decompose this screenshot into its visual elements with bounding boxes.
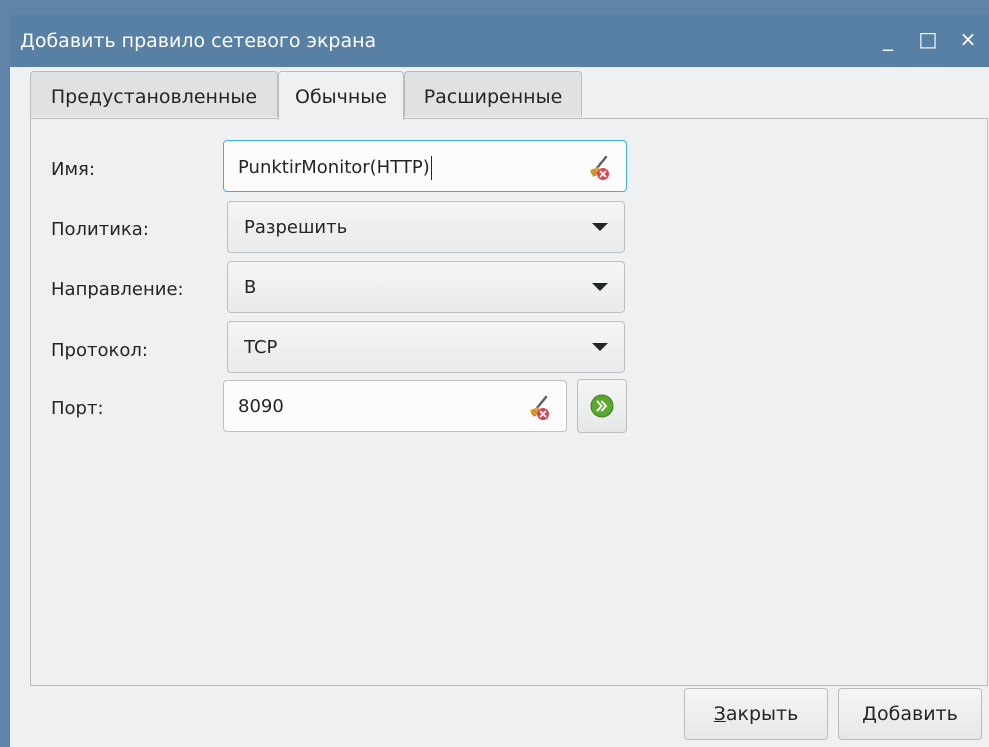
- direction-select-value: В: [244, 277, 257, 298]
- window-title: Добавить правило сетевого экрана: [20, 30, 377, 52]
- policy-label: Политика:: [51, 219, 149, 240]
- name-input-value: PunktirMonitor(HTTP): [238, 156, 432, 180]
- port-label: Порт:: [51, 398, 104, 419]
- dialog-body: Предустановленные Обычные Расширенные Им…: [10, 67, 989, 747]
- port-input-text: 8090: [238, 396, 284, 417]
- tab-panel: Имя: PunktirMonitor(HTTP) Политика: Разр…: [30, 118, 988, 686]
- close-button[interactable]: Закрыть: [684, 688, 828, 740]
- protocol-select-value: TCP: [244, 337, 278, 358]
- port-input[interactable]: 8090: [223, 380, 567, 432]
- close-window-icon[interactable]: ×: [956, 27, 980, 51]
- minimize-icon[interactable]: _: [876, 27, 900, 51]
- tab-simple[interactable]: Обычные: [278, 71, 404, 120]
- chevron-down-icon: [592, 343, 608, 351]
- port-lookup-button[interactable]: [577, 379, 627, 433]
- close-button-label: акрыть: [725, 703, 799, 725]
- name-label: Имя:: [51, 159, 95, 180]
- maximize-icon[interactable]: □: [916, 27, 940, 51]
- title-bar[interactable]: Добавить правило сетевого экрана _ □ ×: [10, 15, 989, 67]
- policy-select[interactable]: Разрешить: [227, 201, 625, 253]
- add-button-mnemonic: Д: [862, 703, 878, 725]
- edit-clear-icon[interactable]: [584, 153, 612, 181]
- protocol-label: Протокол:: [51, 340, 148, 361]
- name-input-text: PunktirMonitor(HTTP): [238, 157, 430, 178]
- tab-advanced[interactable]: Расширенные: [404, 71, 582, 117]
- tab-preset[interactable]: Предустановленные: [30, 71, 278, 117]
- go-next-icon: [590, 394, 614, 418]
- name-input[interactable]: PunktirMonitor(HTTP): [223, 140, 627, 192]
- edit-clear-icon[interactable]: [524, 393, 552, 421]
- policy-select-value: Разрешить: [244, 217, 348, 238]
- chevron-down-icon: [592, 223, 608, 231]
- protocol-select[interactable]: TCP: [227, 321, 625, 373]
- close-button-mnemonic: З: [713, 703, 726, 725]
- direction-label: Направление:: [51, 279, 184, 300]
- direction-select[interactable]: В: [227, 261, 625, 313]
- add-button[interactable]: Добавить: [838, 688, 982, 740]
- dialog-window: Добавить правило сетевого экрана _ □ × П…: [0, 0, 989, 747]
- text-caret: [430, 156, 432, 180]
- add-button-label: обавить: [877, 703, 958, 725]
- chevron-down-icon: [592, 283, 608, 291]
